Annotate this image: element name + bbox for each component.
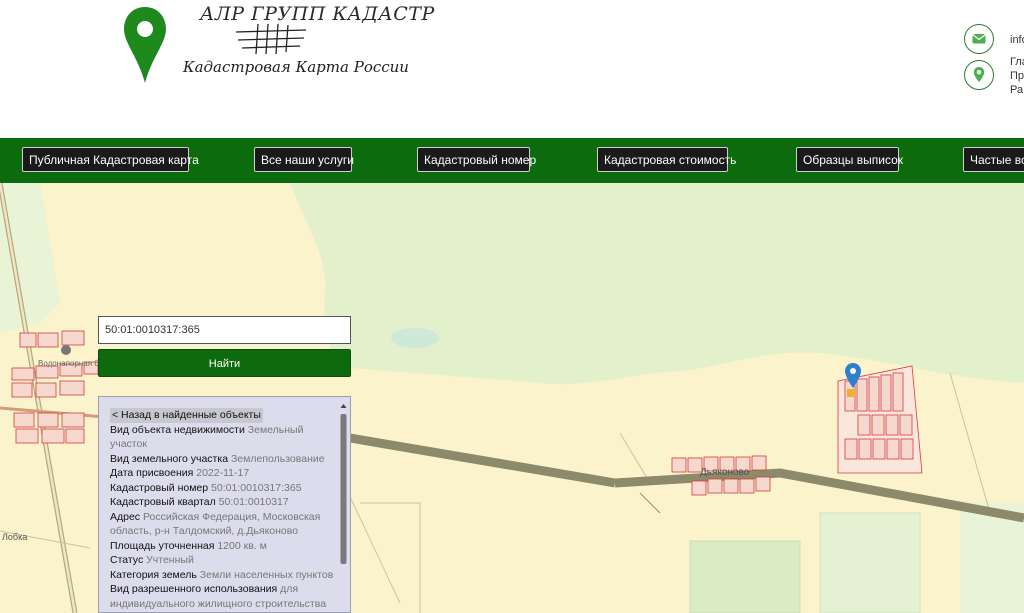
map-label-village: Дьяконово <box>700 467 750 478</box>
info-label: Кадастровый номер <box>110 481 209 494</box>
main-road <box>614 468 1024 523</box>
contact-email[interactable]: info <box>1010 33 1024 47</box>
scrollbar-thumb <box>340 414 347 564</box>
info-label: Дата присвоения <box>110 467 194 479</box>
info-row: Статус Учтенный <box>110 553 334 568</box>
info-row: Категория земель Земли населенных пункто… <box>110 568 334 583</box>
nav-sample-extracts[interactable]: Образцы выписок <box>796 147 903 172</box>
info-label: Категория земель <box>110 568 197 581</box>
nav-public-cadastral-map[interactable]: Публичная Кадастровая карта <box>22 147 199 172</box>
info-row: Площадь уточненная 1200 кв. м <box>110 539 334 554</box>
info-row: Вид объекта недвижимости Земельный участ… <box>110 423 334 452</box>
nav-faq[interactable]: Частые вопросы <box>963 147 1024 172</box>
logo-subtitle: Кадастровая Карта России <box>183 58 409 76</box>
scroll-up-arrow-icon <box>340 404 347 408</box>
forest-area-small <box>0 183 60 333</box>
info-label: Вид объекта недвижимости <box>110 423 245 436</box>
object-info-panel: < Назад в найденные объекты Вид объекта … <box>98 396 351 613</box>
info-label: Адрес <box>110 510 141 523</box>
back-to-results-link[interactable]: < Назад в найденные объекты <box>110 408 263 423</box>
info-label: Вид земельного участка <box>110 452 229 465</box>
main-nav: Публичная Кадастровая карта Все наши усл… <box>0 138 1024 183</box>
address-line-2: Пр <box>1010 70 1024 82</box>
info-row: Адрес Российская Федерация, Московская о… <box>110 510 334 539</box>
info-value: Земли населенных пунктов <box>199 568 334 581</box>
forest-area <box>290 183 1024 385</box>
info-value: 1200 кв. м <box>217 539 267 552</box>
address-line-3: Ра <box>1010 84 1024 96</box>
nav-cadastral-number[interactable]: Кадастровый номер <box>417 147 536 172</box>
info-value: 50:01:0010317 <box>218 496 289 508</box>
nav-cadastral-value[interactable]: Кадастровая стоимость <box>597 147 736 172</box>
address-line-1: Гла <box>1010 56 1024 68</box>
info-value: 2022-11-17 <box>196 467 250 479</box>
info-row: Вид разрешенного использования для индив… <box>110 582 334 611</box>
nav-all-services[interactable]: Все наши услуги <box>254 147 354 172</box>
info-row: Дата присвоения 2022-11-17 <box>110 466 334 481</box>
info-label: Вид разрешенного использования <box>110 583 278 595</box>
info-label: Площадь уточненная <box>110 539 215 552</box>
email-icon[interactable] <box>964 24 994 54</box>
info-value: Российская Федерация, Московская область… <box>110 510 321 538</box>
info-value: Землепользование <box>230 452 325 465</box>
info-row: Кадастровый номер 50:01:0010317:365 <box>110 481 334 496</box>
water-tower-icon <box>61 345 71 355</box>
logo-hatch-decoration <box>236 24 307 54</box>
map-pin-icon[interactable] <box>122 5 168 85</box>
info-label: Статус <box>110 554 144 566</box>
railway <box>349 433 616 488</box>
info-row: Кадастровый квартал 50:01:0010317 <box>110 495 334 510</box>
info-panel-scrollbar[interactable] <box>339 402 348 612</box>
info-value: Учтенный <box>146 554 194 566</box>
pond <box>391 328 439 348</box>
field <box>819 512 921 613</box>
find-button[interactable]: Найти <box>98 349 351 377</box>
location-icon <box>964 60 994 90</box>
info-label: Кадастровый квартал <box>110 496 216 508</box>
info-row: Вид земельного участка Землепользование <box>110 452 334 467</box>
object-info-content: < Назад в найденные объекты Вид объекта … <box>110 408 334 611</box>
site-header: АЛР ГРУПП КАДАСТР Кадастровая Карта Росс… <box>0 0 1024 138</box>
info-value: 50:01:0010317:365 <box>211 481 302 494</box>
map-label-road: Лобка <box>2 532 27 542</box>
field <box>689 540 801 613</box>
logo-title: АЛР ГРУПП КАДАСТР <box>200 3 435 25</box>
cadastral-search-input[interactable] <box>98 316 351 344</box>
